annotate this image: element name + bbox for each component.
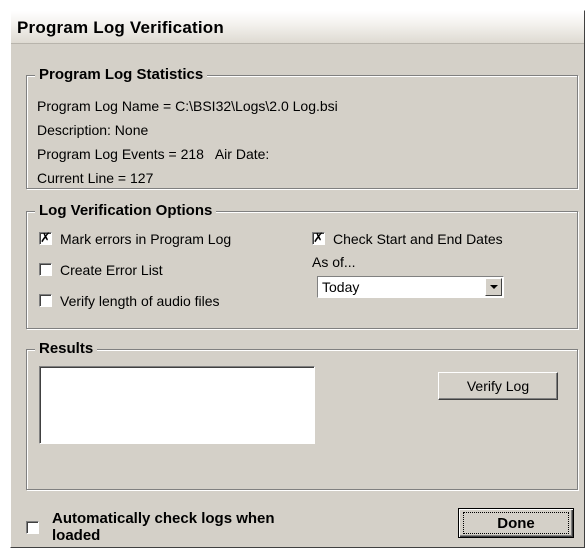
- results-legend: Results: [35, 340, 98, 358]
- window-title: Program Log Verification: [17, 18, 224, 37]
- events-line: Program Log Events = 218 Air Date:: [37, 146, 270, 162]
- options-legend: Log Verification Options: [35, 202, 217, 220]
- chevron-down-icon: [490, 285, 498, 289]
- results-group: Results Verify Log: [26, 340, 578, 490]
- as-of-label: As of...: [312, 254, 356, 270]
- auto-check-checkbox[interactable]: [26, 521, 39, 534]
- as-of-selected-value: Today: [322, 279, 360, 295]
- verify-audio-length-label: Verify length of audio files: [60, 293, 220, 309]
- auto-check-label-line2: loaded: [52, 527, 101, 544]
- stats-group: Program Log Statistics Program Log Name …: [26, 66, 578, 189]
- verify-audio-length-checkbox[interactable]: [39, 294, 52, 307]
- done-button[interactable]: Done: [458, 508, 574, 538]
- results-list[interactable]: [39, 366, 315, 444]
- create-error-list-label: Create Error List: [60, 262, 163, 278]
- current-line: Current Line = 127: [37, 170, 154, 186]
- mark-errors-checkbox[interactable]: ✗: [39, 232, 52, 245]
- as-of-dropdown[interactable]: Today: [317, 276, 504, 298]
- dropdown-arrow-button[interactable]: [485, 278, 502, 296]
- create-error-list-checkbox[interactable]: [39, 263, 52, 276]
- check-dates-checkbox[interactable]: ✗: [312, 232, 325, 245]
- stats-legend: Program Log Statistics: [35, 66, 208, 84]
- log-name-line: Program Log Name = C:\BSI32\Logs\2.0 Log…: [37, 98, 338, 114]
- check-mark-icon: ✗: [313, 231, 324, 246]
- verify-log-button[interactable]: Verify Log: [438, 372, 558, 400]
- auto-check-label-line1: Automatically check logs when: [52, 510, 275, 527]
- title-bar: Program Log Verification: [11, 11, 584, 44]
- mark-errors-label: Mark errors in Program Log: [60, 231, 232, 247]
- description-line: Description: None: [37, 122, 149, 138]
- check-mark-icon: ✗: [40, 231, 51, 246]
- done-button-label: Done: [497, 515, 535, 532]
- options-group: Log Verification Options ✗ Mark errors i…: [26, 202, 578, 329]
- check-dates-label: Check Start and End Dates: [333, 231, 503, 247]
- program-log-verification-dialog: Program Log Verification Program Log Sta…: [10, 10, 585, 548]
